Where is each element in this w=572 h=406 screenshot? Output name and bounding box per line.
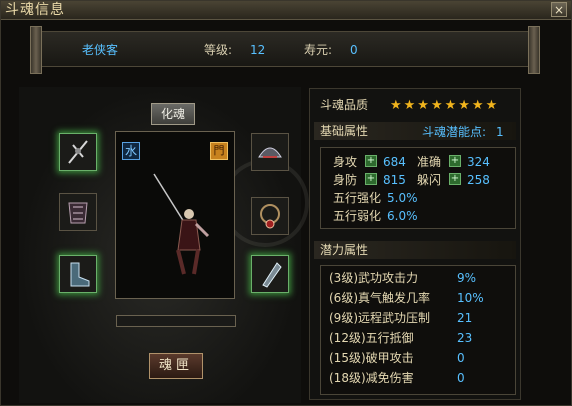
base-section-title: 基础属性 — [320, 124, 369, 138]
potential-row-value: 9% — [457, 271, 477, 285]
wx-weaken-value: 6.0% — [387, 209, 418, 223]
potential-row-value: 21 — [457, 311, 473, 325]
defense-label: 身防 — [333, 173, 358, 187]
helmet-icon — [258, 147, 282, 158]
defense-plus-button[interactable]: + — [365, 173, 377, 185]
accuracy-plus-button[interactable]: + — [449, 155, 461, 167]
huahun-button[interactable]: 化魂 — [151, 103, 195, 125]
potential-row-label: (18级)减免伤害 — [329, 371, 414, 385]
accuracy-label: 准确 — [417, 155, 442, 169]
character-portrait-box: 水 門 — [115, 131, 235, 299]
dodge-label: 躲闪 — [417, 173, 442, 187]
element-tag: 水 — [122, 142, 140, 160]
potential-list: (3级)武功攻击力 9% (6级)真气触发几率 10% (9级)远程武功压制 2… — [320, 265, 516, 395]
wx-strengthen-value: 5.0% — [387, 191, 418, 205]
potential-points-value: 1 — [496, 125, 504, 139]
close-button[interactable]: × — [551, 2, 567, 17]
potential-row-label: (9级)远程武功压制 — [329, 311, 430, 325]
boots-icon — [70, 262, 90, 287]
age-label: 寿元: — [304, 43, 333, 57]
header-banner: 老侠客 等级: 12 寿元: 0 — [30, 26, 540, 74]
window-title: 斗魂信息 — [5, 2, 65, 18]
equip-slot-boots[interactable] — [59, 255, 97, 293]
age-value: 0 — [350, 43, 358, 57]
wx-weaken-label: 五行弱化 — [333, 209, 382, 223]
equip-slot-helmet[interactable] — [251, 133, 289, 171]
armor-icon — [68, 202, 88, 224]
weapon-icon — [68, 140, 88, 164]
dodge-plus-button[interactable]: + — [449, 173, 461, 185]
attack-value: 684 — [383, 155, 406, 169]
character-name: 老侠客 — [82, 43, 119, 57]
attribute-panel: 斗魂品质 ★★★★★★★★ 基础属性 斗魂潜能点: 1 身攻 + 684 准确 … — [309, 88, 521, 400]
potential-row-value: 10% — [457, 291, 484, 305]
necklace-icon — [260, 204, 280, 229]
bracer-icon — [262, 262, 282, 288]
accuracy-value: 324 — [467, 155, 490, 169]
level-value: 12 — [250, 43, 266, 57]
equip-slot-weapon[interactable] — [59, 133, 97, 171]
potential-row-label: (3级)武功攻击力 — [329, 271, 418, 285]
equip-slot-accessory[interactable] — [251, 255, 289, 293]
defense-value: 815 — [383, 173, 406, 187]
equip-slot-armor[interactable] — [59, 193, 97, 231]
quality-stars: ★★★★★★★★ — [390, 98, 500, 113]
potential-points-label: 斗魂潜能点: — [422, 125, 487, 139]
potential-section-title: 潜力属性 — [320, 243, 369, 257]
potential-row-label: (15级)破甲攻击 — [329, 351, 414, 365]
equip-slot-necklace[interactable] — [251, 197, 289, 235]
attack-label: 身攻 — [333, 155, 358, 169]
potential-row-value: 0 — [457, 371, 465, 385]
character-figure — [153, 173, 210, 275]
potential-row-label: (12级)五行抵御 — [329, 331, 414, 345]
dodge-value: 258 — [467, 173, 490, 187]
level-label: 等级: — [204, 43, 233, 57]
base-stats-box: 身攻 + 684 准确 + 324 身防 + 815 躲闪 + 258 五行强化… — [320, 147, 516, 229]
quality-label: 斗魂品质 — [320, 98, 369, 112]
soul-box-button[interactable]: 魂匣 — [149, 353, 203, 379]
wx-strengthen-label: 五行强化 — [333, 191, 382, 205]
soul-progress-bar — [116, 315, 236, 327]
attack-plus-button[interactable]: + — [365, 155, 377, 167]
title-bar[interactable]: 斗魂信息 × — [1, 1, 571, 20]
potential-row-value: 0 — [457, 351, 465, 365]
soul-info-window: 斗魂信息 × 老侠客 等级: 12 寿元: 0 化魂 水 門 魂匣 斗魂品质 ★… — [0, 0, 572, 406]
potential-row-value: 23 — [457, 331, 473, 345]
sect-tag[interactable]: 門 — [210, 142, 228, 160]
potential-row-label: (6级)真气触发几率 — [329, 291, 430, 305]
